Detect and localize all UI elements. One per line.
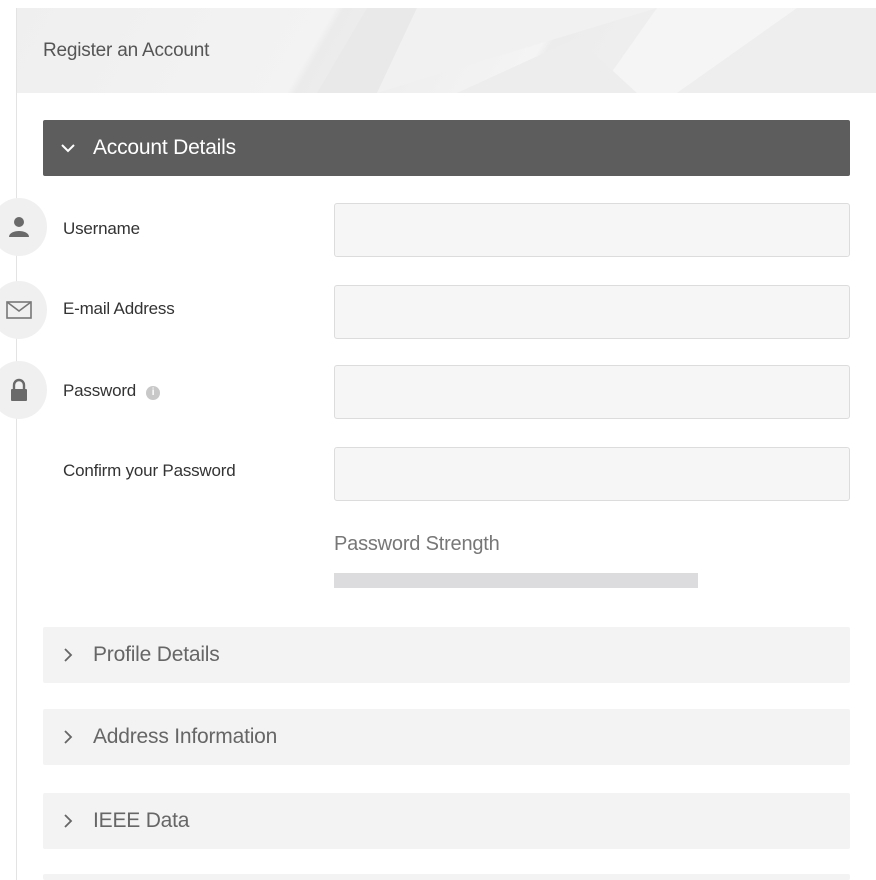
section-label: Address Information xyxy=(93,725,278,748)
username-input[interactable] xyxy=(334,203,850,257)
chevron-down-icon xyxy=(43,136,93,160)
section-label: Profile Details xyxy=(93,643,220,666)
section-profile-details[interactable]: Profile Details xyxy=(43,627,850,683)
section-account-details[interactable]: Account Details xyxy=(43,120,850,176)
email-label: E-mail Address xyxy=(63,299,175,318)
password-strength-label: Password Strength xyxy=(334,533,500,555)
confirm-password-input[interactable] xyxy=(334,447,850,501)
chevron-right-icon xyxy=(43,643,93,667)
confirm-password-label: Confirm your Password xyxy=(63,461,236,480)
chevron-right-icon xyxy=(43,809,93,833)
section-label: IEEE Data xyxy=(93,809,190,832)
info-icon[interactable]: i xyxy=(146,386,161,400)
section-next-partial[interactable] xyxy=(43,874,850,880)
section-ieee-data[interactable]: IEEE Data xyxy=(43,793,850,849)
panel-header: Register an Account xyxy=(17,8,876,93)
chevron-right-icon xyxy=(43,725,93,749)
username-label: Username xyxy=(63,219,140,238)
password-label: Password xyxy=(63,381,137,400)
section-label: Account Details xyxy=(93,136,236,159)
section-address-information[interactable]: Address Information xyxy=(43,709,850,765)
password-input[interactable] xyxy=(334,365,850,419)
password-strength-meter xyxy=(334,573,698,588)
page-title: Register an Account xyxy=(43,40,210,61)
email-input[interactable] xyxy=(334,285,850,339)
password-label-row: Password i xyxy=(63,381,161,401)
